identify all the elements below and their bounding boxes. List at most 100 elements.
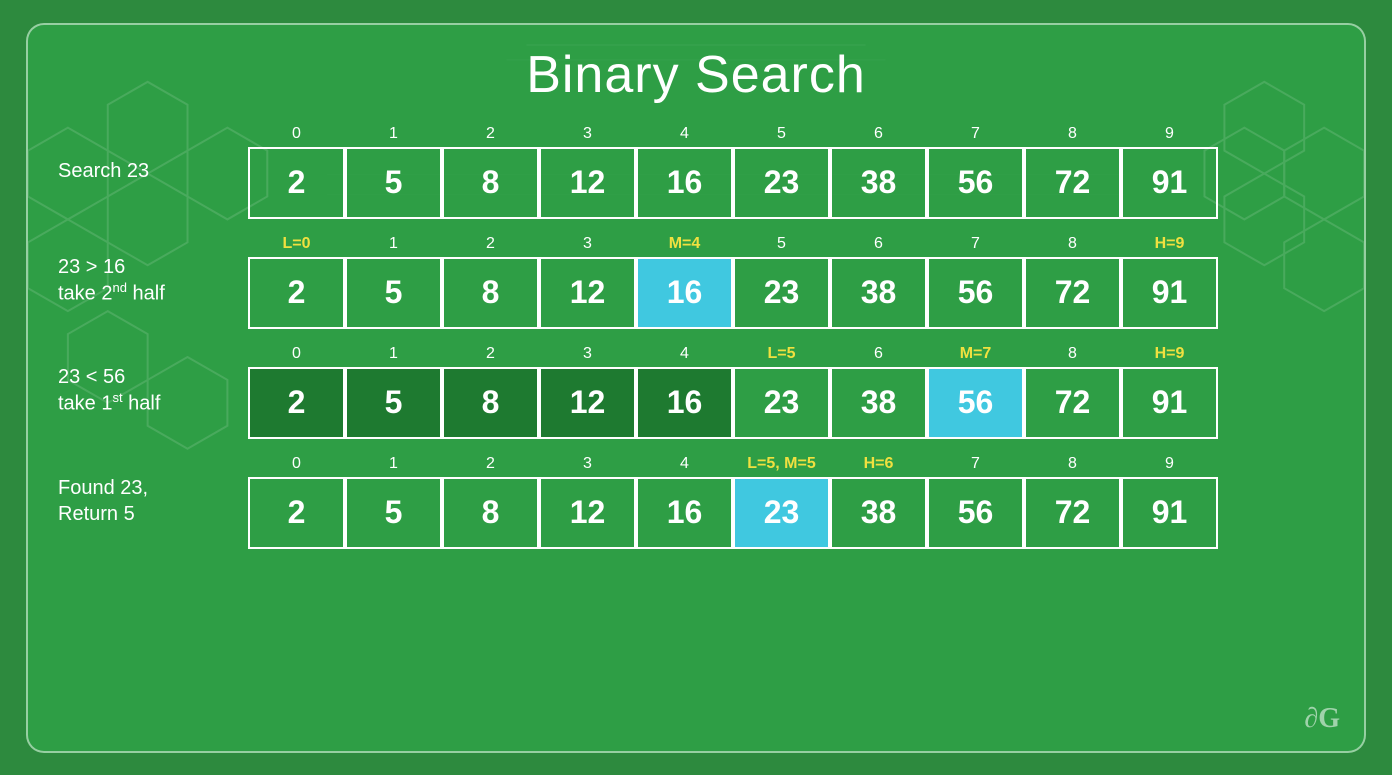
cell-1-3: 12 — [539, 257, 636, 329]
index-cell-3-4: 4 — [636, 453, 733, 475]
index-cell-1-7: 7 — [927, 233, 1024, 255]
row-label-3: Found 23,Return 5 — [58, 475, 248, 527]
cell-3-9: 91 — [1121, 477, 1218, 549]
cell-0-7: 56 — [927, 147, 1024, 219]
index-cell-3-6: H=6 — [830, 453, 927, 475]
cell-3-3: 12 — [539, 477, 636, 549]
array-container-1: L=0123M=45678H=925812162338567291 — [248, 233, 1334, 329]
cell-0-8: 72 — [1024, 147, 1121, 219]
index-cell-2-0: 0 — [248, 343, 345, 365]
index-cell-3-0: 0 — [248, 453, 345, 475]
index-cell-2-3: 3 — [539, 343, 636, 365]
cells-row-3: 25812162338567291 — [248, 477, 1334, 549]
cell-0-1: 5 — [345, 147, 442, 219]
index-cell-3-9: 9 — [1121, 453, 1218, 475]
index-cell-0-9: 9 — [1121, 123, 1218, 145]
index-cell-0-2: 2 — [442, 123, 539, 145]
row-label-1: 23 > 16take 2nd half — [58, 254, 248, 307]
index-cell-0-8: 8 — [1024, 123, 1121, 145]
cell-2-1: 5 — [345, 367, 442, 439]
cells-row-0: 25812162338567291 — [248, 147, 1334, 219]
array-container-0: 012345678925812162338567291 — [248, 123, 1334, 219]
cell-1-8: 72 — [1024, 257, 1121, 329]
cell-3-4: 16 — [636, 477, 733, 549]
index-cell-2-1: 1 — [345, 343, 442, 365]
content-area: Search 2301234567892581216233856729123 >… — [58, 123, 1334, 549]
index-cell-3-1: 1 — [345, 453, 442, 475]
cell-1-4: 16 — [636, 257, 733, 329]
cell-2-3: 12 — [539, 367, 636, 439]
cell-1-1: 5 — [345, 257, 442, 329]
index-cell-0-5: 5 — [733, 123, 830, 145]
index-cell-2-7: M=7 — [927, 343, 1024, 365]
index-cell-2-2: 2 — [442, 343, 539, 365]
index-cell-3-2: 2 — [442, 453, 539, 475]
index-cell-2-9: H=9 — [1121, 343, 1218, 365]
index-cell-1-9: H=9 — [1121, 233, 1218, 255]
index-cell-2-8: 8 — [1024, 343, 1121, 365]
main-card: Binary Search Search 2301234567892581216… — [26, 23, 1366, 753]
cell-3-8: 72 — [1024, 477, 1121, 549]
index-cell-1-0: L=0 — [248, 233, 345, 255]
array-row-2: 23 < 56take 1st half01234L=56M=78H=92581… — [58, 343, 1334, 439]
cell-3-0: 2 — [248, 477, 345, 549]
array-row-3: Found 23,Return 501234L=5, M=5H=67892581… — [58, 453, 1334, 549]
cell-2-6: 38 — [830, 367, 927, 439]
cell-1-0: 2 — [248, 257, 345, 329]
logo: ∂G — [1304, 703, 1340, 735]
cell-2-5: 23 — [733, 367, 830, 439]
cell-3-7: 56 — [927, 477, 1024, 549]
cell-0-2: 8 — [442, 147, 539, 219]
index-cell-2-6: 6 — [830, 343, 927, 365]
cells-row-2: 25812162338567291 — [248, 367, 1334, 439]
cell-0-4: 16 — [636, 147, 733, 219]
cell-2-9: 91 — [1121, 367, 1218, 439]
cell-2-2: 8 — [442, 367, 539, 439]
index-cell-0-6: 6 — [830, 123, 927, 145]
index-cell-3-5: L=5, M=5 — [733, 453, 830, 475]
index-cell-0-4: 4 — [636, 123, 733, 145]
index-cell-1-2: 2 — [442, 233, 539, 255]
cell-1-7: 56 — [927, 257, 1024, 329]
indices-row-2: 01234L=56M=78H=9 — [248, 343, 1334, 365]
cell-3-5: 23 — [733, 477, 830, 549]
index-cell-3-7: 7 — [927, 453, 1024, 475]
indices-row-0: 0123456789 — [248, 123, 1334, 145]
cell-0-9: 91 — [1121, 147, 1218, 219]
index-cell-1-8: 8 — [1024, 233, 1121, 255]
cell-1-6: 38 — [830, 257, 927, 329]
cell-2-8: 72 — [1024, 367, 1121, 439]
indices-row-3: 01234L=5, M=5H=6789 — [248, 453, 1334, 475]
cell-3-6: 38 — [830, 477, 927, 549]
index-cell-3-3: 3 — [539, 453, 636, 475]
array-row-1: 23 > 16take 2nd halfL=0123M=45678H=92581… — [58, 233, 1334, 329]
index-cell-1-3: 3 — [539, 233, 636, 255]
cell-3-2: 8 — [442, 477, 539, 549]
index-cell-1-1: 1 — [345, 233, 442, 255]
index-cell-1-5: 5 — [733, 233, 830, 255]
cell-2-0: 2 — [248, 367, 345, 439]
cell-0-3: 12 — [539, 147, 636, 219]
page-title: Binary Search — [526, 45, 866, 105]
indices-row-1: L=0123M=45678H=9 — [248, 233, 1334, 255]
cell-2-7: 56 — [927, 367, 1024, 439]
index-cell-0-7: 7 — [927, 123, 1024, 145]
index-cell-2-5: L=5 — [733, 343, 830, 365]
index-cell-1-4: M=4 — [636, 233, 733, 255]
array-row-0: Search 23012345678925812162338567291 — [58, 123, 1334, 219]
cell-1-9: 91 — [1121, 257, 1218, 329]
array-container-2: 01234L=56M=78H=925812162338567291 — [248, 343, 1334, 439]
index-cell-2-4: 4 — [636, 343, 733, 365]
cell-2-4: 16 — [636, 367, 733, 439]
index-cell-0-3: 3 — [539, 123, 636, 145]
cell-0-0: 2 — [248, 147, 345, 219]
index-cell-3-8: 8 — [1024, 453, 1121, 475]
cell-1-5: 23 — [733, 257, 830, 329]
row-label-0: Search 23 — [58, 158, 248, 184]
index-cell-0-0: 0 — [248, 123, 345, 145]
cells-row-1: 25812162338567291 — [248, 257, 1334, 329]
cell-1-2: 8 — [442, 257, 539, 329]
array-container-3: 01234L=5, M=5H=678925812162338567291 — [248, 453, 1334, 549]
index-cell-0-1: 1 — [345, 123, 442, 145]
index-cell-1-6: 6 — [830, 233, 927, 255]
